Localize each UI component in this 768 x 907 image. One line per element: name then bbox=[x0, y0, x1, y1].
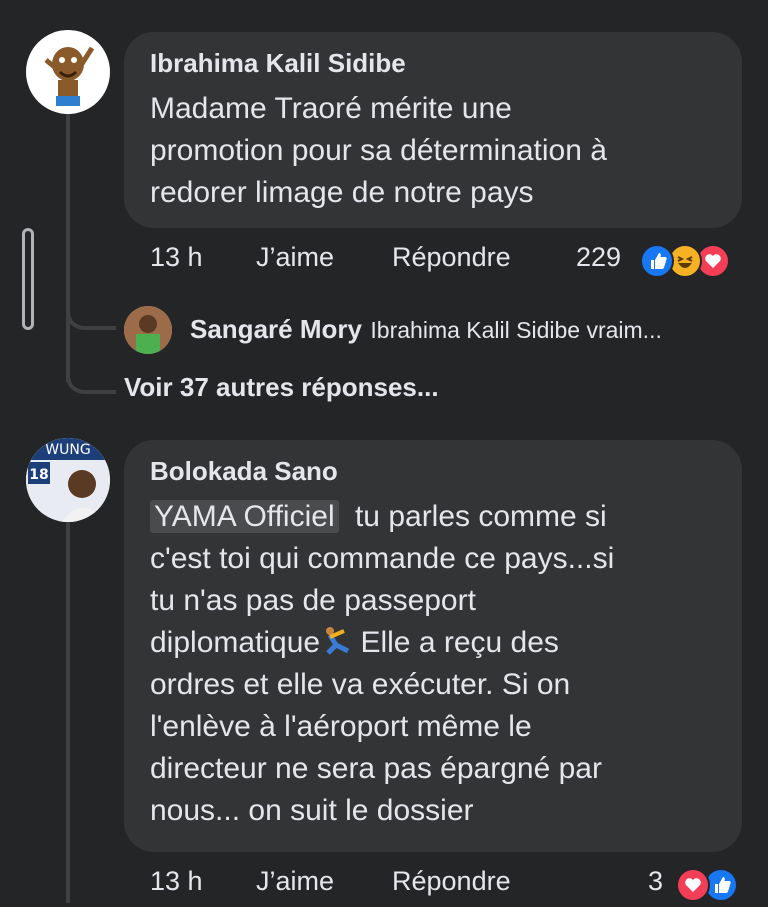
thread-line bbox=[66, 522, 70, 903]
comment-line: nous... on suit le dossier bbox=[150, 794, 474, 827]
like-icon[interactable] bbox=[640, 244, 674, 278]
reply-button[interactable]: Répondre bbox=[392, 242, 511, 273]
comment-text: Madame Traoré mérite une promotion pour … bbox=[150, 88, 730, 214]
thread-branch bbox=[66, 290, 116, 330]
reaction-count[interactable]: 3 bbox=[648, 866, 663, 897]
reply-button[interactable]: Répondre bbox=[392, 866, 511, 897]
avatar[interactable] bbox=[124, 306, 172, 354]
like-button[interactable]: J’aime bbox=[256, 242, 334, 273]
reply-preview[interactable]: Sangaré Mory Ibrahima Kalil Sidibe vraim… bbox=[190, 314, 662, 345]
comment-bubble[interactable]: Ibrahima Kalil Sidibe Madame Traoré méri… bbox=[124, 32, 742, 228]
reply-text: Ibrahima Kalil Sidibe vraim... bbox=[370, 317, 662, 343]
comment-actions: 13 h J’aime Répondre 229 bbox=[0, 242, 768, 282]
comment-author[interactable]: Ibrahima Kalil Sidibe bbox=[150, 48, 406, 79]
comment-actions: 13 h J’aime Répondre 3 bbox=[0, 866, 768, 903]
avatar[interactable] bbox=[26, 30, 110, 114]
comment-text-segment: tu parles comme si bbox=[354, 500, 607, 533]
avatar[interactable]: WUNG 18 bbox=[26, 438, 110, 522]
comment-timestamp[interactable]: 13 h bbox=[150, 242, 203, 273]
comment-bubble[interactable]: Bolokada Sano YAMA Officiel tu parles co… bbox=[124, 440, 742, 852]
comment-line: promotion pour sa détermination à bbox=[150, 134, 607, 167]
avatar-date: 18 bbox=[29, 467, 48, 483]
comment-line: Madame Traoré mérite une bbox=[150, 92, 512, 125]
reaction-count[interactable]: 229 bbox=[576, 242, 621, 273]
comment-timestamp[interactable]: 13 h bbox=[150, 866, 203, 897]
comment-line: l'enlève à l'aéroport même le bbox=[150, 710, 532, 743]
reply-author[interactable]: Sangaré Mory bbox=[190, 314, 362, 344]
view-more-replies-link[interactable]: Voir 37 autres réponses... bbox=[124, 372, 439, 403]
comment-line: diplomatique Elle a reçu des bbox=[150, 622, 740, 664]
like-button[interactable]: J’aime bbox=[256, 866, 334, 897]
comment-line: tu n'as pas de passeport bbox=[150, 584, 476, 617]
love-icon[interactable] bbox=[676, 868, 710, 902]
comment-author[interactable]: Bolokada Sano bbox=[150, 456, 338, 487]
thread-branch bbox=[66, 350, 116, 394]
comment-text: YAMA Officiel tu parles comme si c'est t… bbox=[150, 496, 740, 832]
dancing-person-emoji bbox=[320, 625, 352, 657]
mention-tag[interactable]: YAMA Officiel bbox=[150, 500, 339, 533]
comment-line: redorer limage de notre pays bbox=[150, 176, 534, 209]
comment-line: YAMA Officiel tu parles comme si bbox=[150, 496, 740, 538]
comment-text-segment: diplomatique bbox=[150, 626, 321, 659]
comment-text-segment: Elle a reçu des bbox=[352, 626, 559, 659]
comment-line: c'est toi qui commande ce pays...si bbox=[150, 542, 615, 575]
svg-text:WUNG: WUNG bbox=[45, 442, 90, 458]
comment-line: ordres et elle va exécuter. Si on bbox=[150, 668, 571, 701]
comment-line: directeur ne sera pas épargné par bbox=[150, 752, 602, 785]
